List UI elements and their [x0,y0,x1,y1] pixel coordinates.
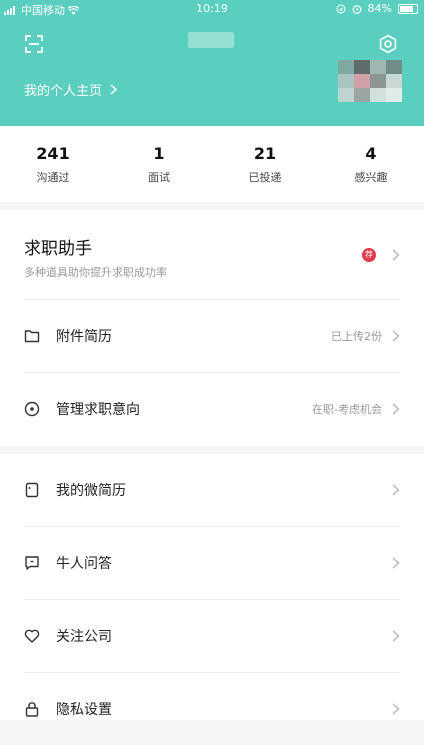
stat-label: 面试 [148,170,170,184]
chevron-right-icon [392,630,400,642]
assistant-title: 求职助手 [24,239,92,259]
recommend-badge: 荐 [362,248,376,262]
stats-bar: 241 沟通过 1 面试 21 已投递 4 感兴趣 [0,126,424,202]
alarm-icon [352,4,361,14]
menu-item-attachment-resume[interactable]: 附件简历 已上传2份 [24,300,400,372]
target-icon [24,401,40,417]
menu-label: 关注公司 [56,629,112,645]
menu-label: 我的微简历 [56,483,126,499]
menu-value: 已上传2份 [331,330,382,343]
stat-label: 感兴趣 [354,170,388,184]
chevron-right-icon [392,484,400,496]
chevron-right-icon [392,403,400,415]
settings-icon[interactable] [378,34,398,54]
location-icon [336,4,346,13]
status-bar: 中国移动 10:19 84% [0,0,424,18]
more-options-card: 我的微简历 牛人问答 关注公司 隐私设置 [0,454,424,720]
blurred-avatar[interactable] [338,60,402,104]
chevron-right-icon [392,557,400,569]
stat-value: 1 [153,143,165,163]
menu-value: 在职-考虑机会 [312,403,382,416]
battery-percent: 84% [367,2,392,15]
battery-icon [398,3,418,14]
stat-applied[interactable]: 21 已投递 [212,126,318,202]
stat-value: 241 [36,143,70,163]
job-assistant-entry[interactable]: 求职助手 多种道具助你提升求职成功率 荐 [0,210,424,300]
profile-link-label: 我的个人主页 [24,84,103,99]
stat-communicated[interactable]: 241 沟通过 [0,126,106,202]
status-right: 84% [336,2,418,15]
profile-header: 中国移动 10:19 84% 我的个人主页 [0,0,424,126]
stat-value: 21 [253,143,277,163]
assistant-subtitle: 多种道具助你提升求职成功率 [24,266,167,279]
chat-icon [25,556,39,570]
stat-label: 沟通过 [36,170,70,184]
stat-label: 已投递 [248,170,282,184]
folder-icon [24,330,40,343]
chevron-right-icon [110,84,118,95]
blurred-username [188,32,234,48]
menu-item-privacy-settings[interactable]: 隐私设置 [24,673,400,745]
menu-item-micro-resume[interactable]: 我的微简历 [24,454,400,526]
menu-item-qa[interactable]: 牛人问答 [24,527,400,599]
document-icon [25,482,39,498]
menu-label: 牛人问答 [56,556,112,572]
job-tools-card: 求职助手 多种道具助你提升求职成功率 荐 附件简历 已上传2份 管理求职意向 在… [0,210,424,446]
chevron-right-icon [392,249,400,261]
chevron-right-icon [392,703,400,715]
stat-interview[interactable]: 1 面试 [106,126,212,202]
menu-label: 隐私设置 [56,702,112,718]
stat-interested[interactable]: 4 感兴趣 [318,126,424,202]
scan-icon[interactable] [24,34,44,54]
my-profile-link[interactable]: 我的个人主页 [24,80,118,99]
menu-label: 附件简历 [56,329,112,345]
menu-label: 管理求职意向 [56,402,140,418]
battery-fill [400,5,413,12]
stat-value: 4 [365,143,377,163]
heart-icon [24,629,40,643]
menu-item-job-intention[interactable]: 管理求职意向 在职-考虑机会 [24,373,400,445]
chevron-right-icon [392,330,400,342]
lock-icon [25,702,39,717]
menu-item-followed-companies[interactable]: 关注公司 [24,600,400,672]
